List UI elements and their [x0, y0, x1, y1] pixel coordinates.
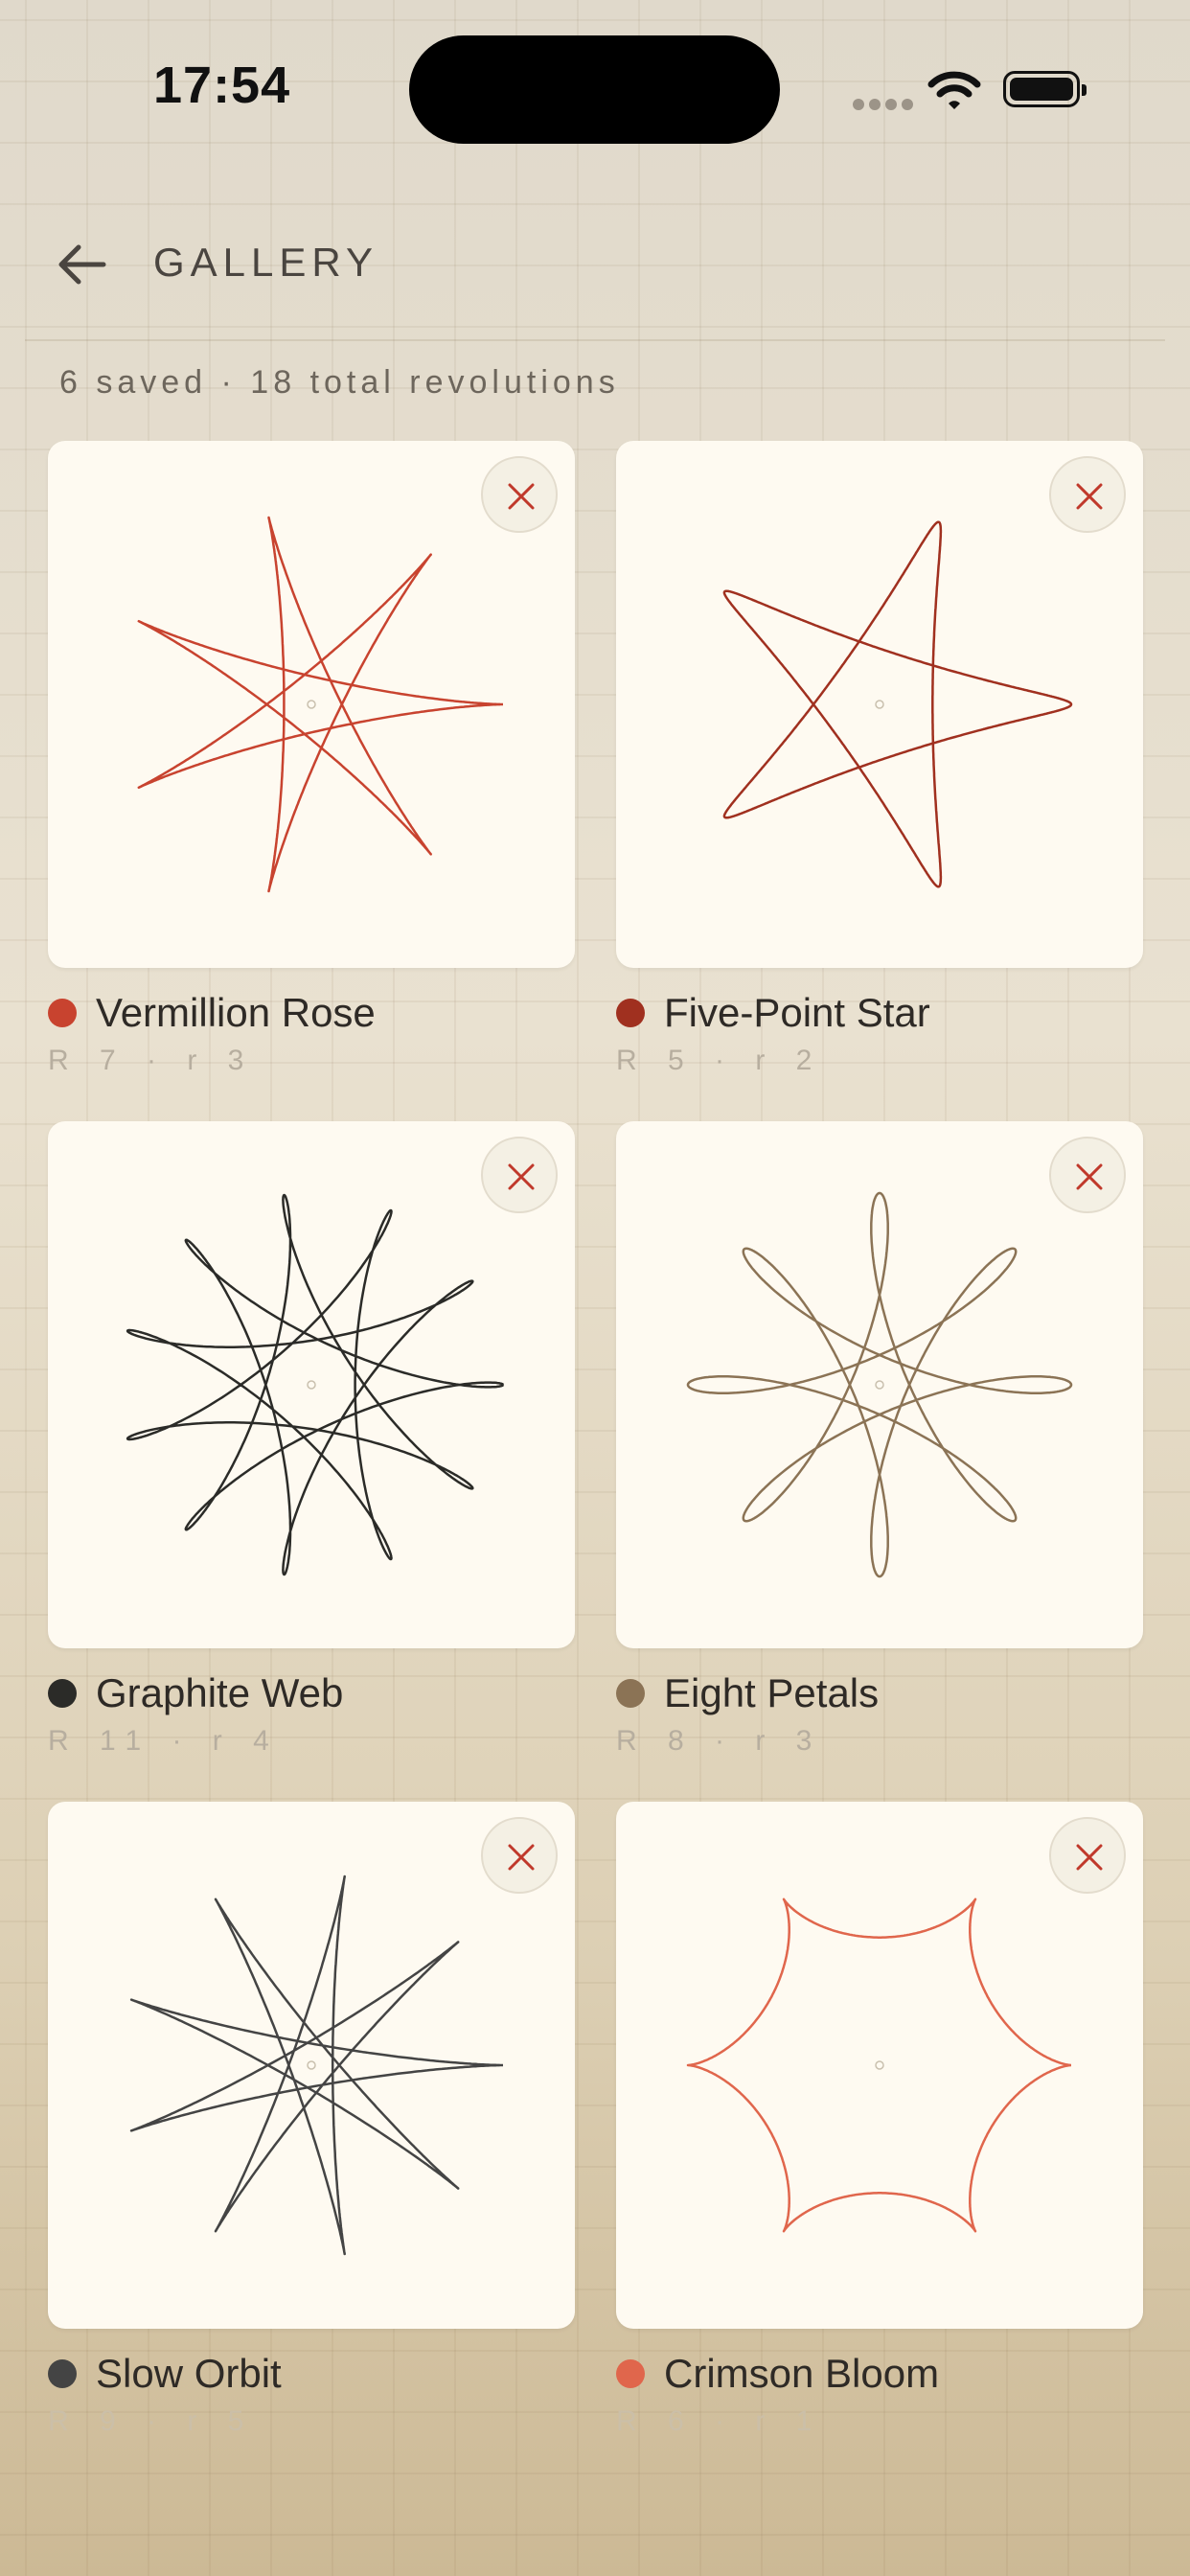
color-dot — [616, 999, 645, 1027]
battery-icon — [1003, 71, 1087, 107]
gallery-card[interactable]: Vermillion Rose R 7 · r 3 — [48, 441, 575, 1092]
center-marker — [307, 700, 316, 709]
dynamic-island — [409, 35, 780, 144]
pattern-params: R 5 · r 2 — [616, 1045, 824, 1076]
pattern-name: Vermillion Rose — [96, 990, 376, 1035]
pattern-thumbnail[interactable] — [616, 1802, 1143, 2329]
pattern-params: R 7 · r 3 — [48, 1045, 256, 1076]
pattern-name: Graphite Web — [96, 1670, 344, 1715]
center-marker — [307, 1380, 316, 1390]
wifi-icon — [927, 71, 981, 109]
center-marker — [875, 1380, 884, 1390]
color-dot — [616, 1679, 645, 1708]
delete-button[interactable] — [1049, 1817, 1126, 1894]
delete-button[interactable] — [481, 456, 558, 533]
status-time: 17:54 — [153, 57, 291, 114]
gallery-card[interactable]: Graphite Web R 11 · r 4 — [48, 1121, 575, 1773]
pattern-params: R 9 · r 5 — [48, 2405, 256, 2437]
card-label: Slow Orbit — [48, 2350, 282, 2398]
close-icon — [508, 1844, 535, 1871]
color-dot — [616, 2359, 645, 2388]
center-marker — [307, 2060, 316, 2070]
close-icon — [1076, 1844, 1103, 1871]
header-divider — [25, 339, 1165, 341]
card-label: Vermillion Rose — [48, 989, 376, 1037]
pattern-name: Crimson Bloom — [664, 2351, 940, 2396]
color-dot — [48, 999, 77, 1027]
delete-button[interactable] — [1049, 1137, 1126, 1213]
pattern-name: Five-Point Star — [664, 990, 930, 1035]
gallery-summary: 6 saved · 18 total revolutions — [59, 364, 620, 401]
card-label: Eight Petals — [616, 1669, 879, 1717]
pattern-params: R 11 · r 4 — [48, 1725, 281, 1757]
pattern-thumbnail[interactable] — [48, 1802, 575, 2329]
pattern-thumbnail[interactable] — [616, 1121, 1143, 1648]
pattern-thumbnail[interactable] — [48, 441, 575, 968]
delete-button[interactable] — [481, 1137, 558, 1213]
cellular-signal-icon — [853, 98, 918, 115]
gallery-card[interactable]: Five-Point Star R 5 · r 2 — [616, 441, 1143, 1092]
nav-bar: GALLERY — [0, 220, 1190, 297]
color-dot — [48, 2359, 77, 2388]
close-icon — [1076, 1163, 1103, 1190]
center-marker — [875, 700, 884, 709]
card-label: Crimson Bloom — [616, 2350, 939, 2398]
card-label: Five-Point Star — [616, 989, 930, 1037]
page-title: GALLERY — [153, 240, 378, 285]
gallery-card[interactable]: Eight Petals R 8 · r 3 — [616, 1121, 1143, 1773]
color-dot — [48, 1679, 77, 1708]
status-bar: 17:54 — [0, 0, 1190, 144]
close-icon — [1076, 483, 1103, 510]
close-icon — [508, 1163, 535, 1190]
pattern-thumbnail[interactable] — [48, 1121, 575, 1648]
card-label: Graphite Web — [48, 1669, 343, 1717]
pattern-params: R 8 · r 3 — [616, 1725, 824, 1757]
close-icon — [508, 483, 535, 510]
center-marker — [875, 2060, 884, 2070]
back-arrow-icon[interactable] — [54, 236, 111, 293]
gallery-card[interactable]: Slow Orbit R 9 · r 5 — [48, 1802, 575, 2453]
pattern-thumbnail[interactable] — [616, 441, 1143, 968]
gallery-card[interactable]: Crimson Bloom R 6 · r 1 — [616, 1802, 1143, 2453]
pattern-name: Slow Orbit — [96, 2351, 282, 2396]
delete-button[interactable] — [1049, 456, 1126, 533]
pattern-name: Eight Petals — [664, 1670, 880, 1715]
delete-button[interactable] — [481, 1817, 558, 1894]
pattern-params: R 6 · r 1 — [616, 2405, 824, 2437]
